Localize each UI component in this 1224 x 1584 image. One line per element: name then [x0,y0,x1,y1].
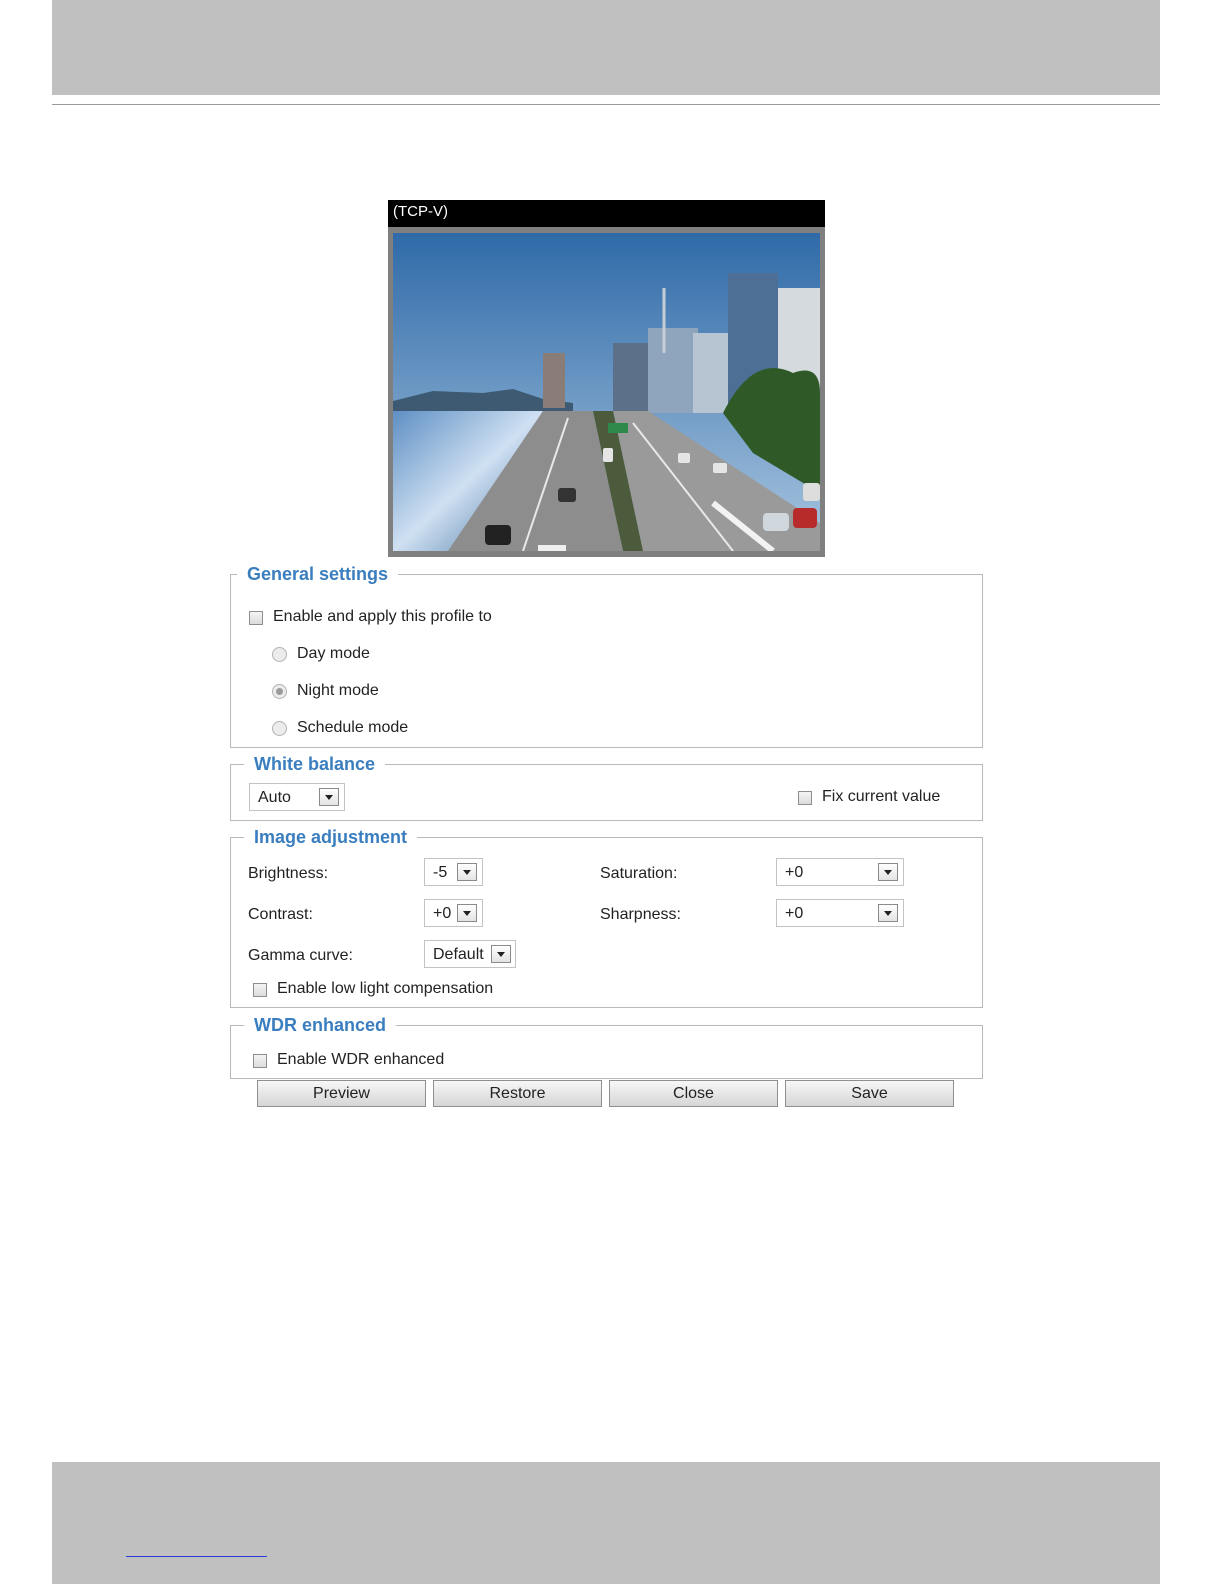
chevron-down-icon [491,945,511,963]
fix-current-value-label: Fix current value [822,788,941,805]
restore-button[interactable]: Restore [433,1080,602,1107]
day-mode-label: Day mode [297,645,370,662]
schedule-mode-label: Schedule mode [297,719,409,736]
chevron-down-icon [457,904,477,922]
gamma-curve-label: Gamma curve: [248,947,353,964]
sharpness-value: +0 [785,905,804,922]
night-mode-radio[interactable] [272,684,287,699]
white-balance-select[interactable]: Auto [249,783,345,811]
contrast-label: Contrast: [248,906,313,923]
save-button[interactable]: Save [785,1080,954,1107]
image-adjustment-title: Image adjustment [244,826,418,848]
brightness-value: -5 [433,864,448,881]
wdr-enhanced-title: WDR enhanced [244,1014,397,1036]
video-viewer: (TCP-V) [388,200,825,557]
chevron-down-icon [878,904,898,922]
brightness-select[interactable]: -5 [424,858,483,886]
header-divider [52,104,1160,105]
gamma-curve-value: Default [433,946,484,963]
low-light-compensation-label: Enable low light compensation [277,980,494,997]
white-balance-value: Auto [258,789,291,806]
night-mode-label: Night mode [297,682,379,699]
enable-wdr-label: Enable WDR enhanced [277,1051,445,1068]
saturation-label: Saturation: [600,865,678,882]
close-button[interactable]: Close [609,1080,778,1107]
contrast-select[interactable]: +0 [424,899,483,927]
enable-profile-label: Enable and apply this profile to [273,608,492,625]
chevron-down-icon [878,863,898,881]
enable-profile-checkbox[interactable] [249,611,263,625]
chevron-down-icon [457,863,477,881]
sharpness-select[interactable]: +0 [776,899,904,927]
fix-current-value-checkbox[interactable] [798,791,812,805]
day-mode-radio[interactable] [272,647,287,662]
preview-button[interactable]: Preview [257,1080,426,1107]
contrast-value: +0 [433,905,452,922]
general-settings-title: General settings [237,563,399,585]
chevron-down-icon [319,788,339,806]
header-band [52,0,1160,95]
sharpness-label: Sharpness: [600,906,681,923]
saturation-select[interactable]: +0 [776,858,904,886]
saturation-value: +0 [785,864,804,881]
gamma-curve-select[interactable]: Default [424,940,516,968]
brightness-label: Brightness: [248,865,329,882]
schedule-mode-radio[interactable] [272,721,287,736]
enable-wdr-checkbox[interactable] [253,1054,267,1068]
low-light-compensation-checkbox[interactable] [253,983,267,997]
white-balance-title: White balance [244,753,386,775]
live-video-image [393,233,820,551]
stream-label: (TCP-V) [388,200,825,227]
footer-link[interactable] [126,1556,267,1557]
footer-band [52,1462,1160,1584]
